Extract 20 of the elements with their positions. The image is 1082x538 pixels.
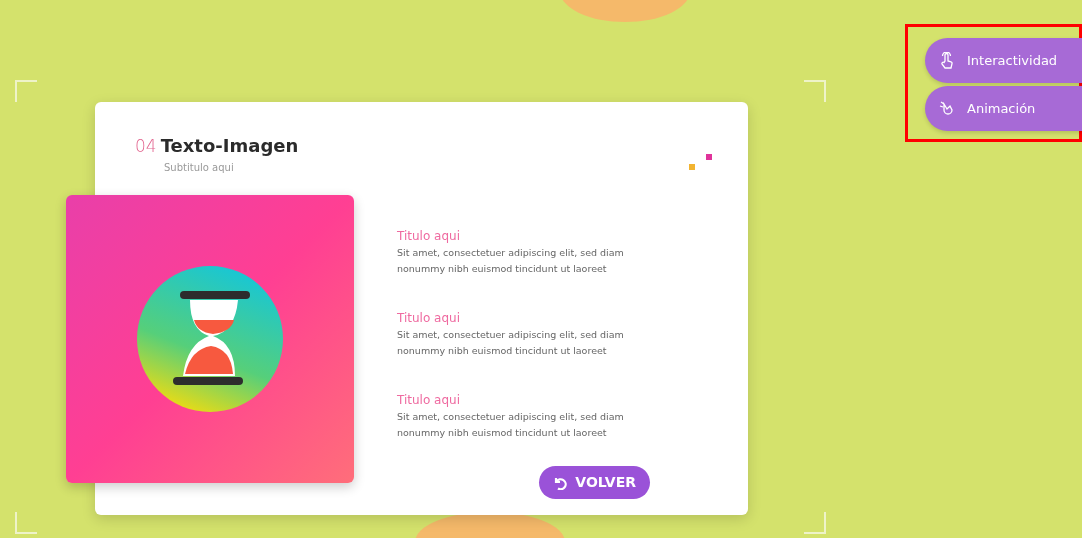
hand-wave-icon [939,100,955,117]
section-subtitle: Subtitulo aqui [164,160,234,175]
frame-corner [804,512,826,534]
frame-corner [804,80,826,102]
menu-button[interactable]: Interactividad [925,38,1082,83]
frame-corner [15,512,37,534]
item-description: Sit amet, consectetuer adipiscing elit, sed diam nonummy nibh euismod tincidunt ut laoreet [397,409,625,440]
item-title: Titulo aqui [397,227,461,245]
hand-pointer-icon [939,52,955,69]
item-title: Titulo aqui [397,391,461,409]
menu-button[interactable]: Animación [925,86,1082,131]
section-number: 04 [135,135,157,158]
section-title: Texto-Imagen [160,134,299,158]
item-title: Titulo aqui [397,309,461,327]
item-description: Sit amet, consectetuer adipiscing elit, sed diam nonummy nibh euismod tincidunt ut laoreet [397,327,625,358]
confetti-icon [689,154,713,172]
back-button[interactable]: VOLVER [539,466,650,499]
undo-icon [553,475,568,490]
item-description: Sit amet, consectetuer adipiscing elit, sed diam nonummy nibh euismod tincidunt ut laoreet [397,245,625,276]
frame-corner [15,80,37,102]
